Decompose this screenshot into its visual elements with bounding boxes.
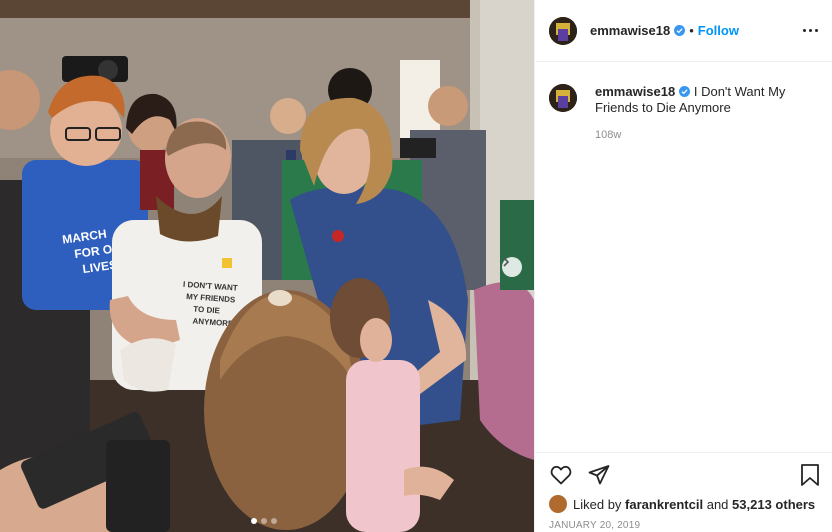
- heart-icon[interactable]: [549, 463, 573, 487]
- avatar[interactable]: [549, 84, 577, 112]
- chevron-right-icon: [503, 257, 510, 267]
- carousel-indicator: [251, 518, 277, 524]
- author-username[interactable]: emmawise18: [590, 23, 670, 38]
- follow-button[interactable]: Follow: [698, 23, 739, 38]
- bookmark-icon: [801, 464, 819, 486]
- svg-text:TO DIE: TO DIE: [193, 305, 221, 316]
- post-header: emmawise18 • Follow: [535, 0, 832, 62]
- more-options-icon[interactable]: [803, 29, 818, 32]
- post-date[interactable]: JANUARY 20, 2019: [549, 520, 640, 531]
- save-button[interactable]: [799, 463, 821, 487]
- likes-summary: Liked by farankrentcil and 53,213 others: [549, 495, 815, 513]
- caption-comment: emmawise18 I Don't Want My Friends to Di…: [549, 84, 819, 116]
- liker-avatar[interactable]: [549, 495, 567, 513]
- post-age[interactable]: 108w: [595, 129, 621, 141]
- likes-count[interactable]: 53,213 others: [732, 497, 815, 512]
- caption-username[interactable]: emmawise18: [595, 84, 675, 99]
- liked-by-user[interactable]: farankrentcil: [625, 497, 703, 512]
- caption-text-block: emmawise18 I Don't Want My Friends to Di…: [595, 84, 819, 116]
- carousel-dot: [251, 518, 257, 524]
- verified-icon: [674, 25, 686, 36]
- separator-dot: •: [689, 23, 694, 38]
- avatar-image: [549, 16, 577, 45]
- carousel-dot: [261, 518, 267, 524]
- post-actions: Liked by farankrentcil and 53,213 others…: [535, 452, 832, 532]
- avatar[interactable]: [549, 16, 577, 45]
- liked-by-prefix: Liked by: [573, 496, 622, 512]
- post-photo[interactable]: MARCH FOR OUR LIVES I DON'T WANT MY FRIE…: [0, 0, 534, 532]
- avatar-image: [549, 84, 577, 112]
- verified-icon: [679, 86, 691, 97]
- post-photo-illustration: MARCH FOR OUR LIVES I DON'T WANT MY FRIE…: [0, 0, 534, 532]
- carousel-dot: [271, 518, 277, 524]
- liked-by-and: and: [706, 496, 729, 512]
- share-icon[interactable]: [587, 463, 611, 487]
- post-details-panel: emmawise18 • Follow emmawise18 I Don't W…: [534, 0, 832, 532]
- carousel-next-button[interactable]: [502, 257, 522, 277]
